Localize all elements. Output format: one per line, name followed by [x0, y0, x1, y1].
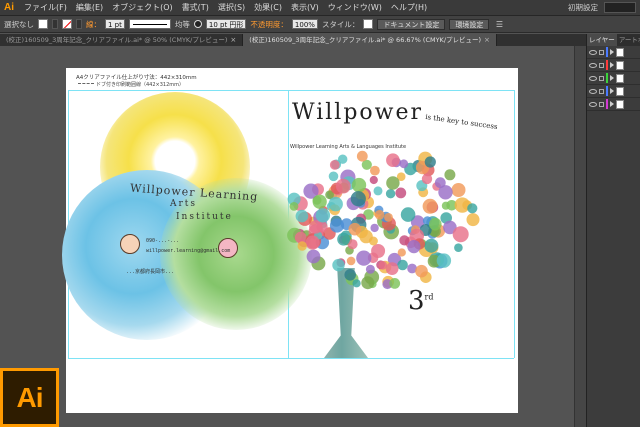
left-subtitle-institute: Institute	[176, 212, 233, 222]
layers-panel: レイヤーアートボード	[586, 34, 640, 427]
document-tab[interactable]: (校正)160509_3周年記念_クリアファイル.ai* @ 66.67% (C…	[243, 34, 497, 46]
expand-triangle-icon[interactable]	[610, 75, 614, 81]
lock-icon[interactable]	[599, 49, 604, 55]
print-range-note: ドブ付き印刷範囲線（442×312mm）	[96, 82, 185, 88]
anniversary-suffix: rd	[424, 292, 434, 302]
menu-item[interactable]: 効果(C)	[254, 2, 282, 13]
bleed-guide-bottom	[68, 358, 514, 359]
menu-items: ファイル(F) 編集(E) オブジェクト(O) 書式(T) 選択(S) 効果(C) 表示(V…	[24, 2, 427, 13]
expand-triangle-icon[interactable]	[610, 62, 614, 68]
opacity-field[interactable]: 100%	[291, 19, 318, 29]
layer-row[interactable]	[587, 59, 640, 72]
control-bar: 選択なし 線： 1 pt 均等 10 pt 円形 不透明度： 100% スタイル…	[0, 16, 640, 33]
stroke-profile-dropdown[interactable]	[128, 19, 171, 29]
lock-icon[interactable]	[599, 101, 604, 107]
lock-icon[interactable]	[599, 75, 604, 81]
style-label: スタイル：	[321, 19, 360, 29]
anniversary-number: 3	[408, 286, 425, 316]
panel-tab[interactable]: アートボード	[617, 34, 640, 46]
document-tabs: (校正)160509_3周年記念_クリアファイル.ai* @ 50% (CMYK…	[0, 34, 586, 46]
menu-right: 初期設定	[568, 0, 636, 15]
layer-color-bar	[606, 60, 608, 70]
expand-triangle-icon[interactable]	[610, 88, 614, 94]
brush-dot-icon	[193, 20, 202, 28]
layer-row[interactable]	[587, 98, 640, 111]
app-logo-icon[interactable]: Ai	[0, 0, 18, 15]
close-tab-icon[interactable]: ×	[484, 34, 490, 46]
layer-thumbnail	[616, 73, 624, 83]
bleed-guide-top	[68, 90, 514, 91]
right-title: Willpower	[292, 100, 424, 125]
illustrator-logo: Ai	[0, 368, 59, 427]
eye-icon[interactable]	[589, 62, 597, 68]
layer-row[interactable]	[587, 46, 640, 59]
layer-thumbnail	[616, 99, 624, 109]
email-text: willpower.learning@gmail.com	[146, 248, 231, 254]
fill-swatch[interactable]	[38, 19, 48, 29]
layer-color-bar	[606, 73, 608, 83]
eye-icon[interactable]	[589, 101, 597, 107]
left-subtitle-arts: Arts	[170, 199, 198, 209]
bleed-line-marker	[78, 83, 94, 85]
document-tab-label: (校正)160509_3周年記念_クリアファイル.ai* @ 66.67% (C…	[249, 36, 482, 44]
eye-icon[interactable]	[589, 75, 597, 81]
brush-definition-field[interactable]: 10 pt 円形	[205, 19, 247, 29]
layer-row[interactable]	[587, 85, 640, 98]
menu-item[interactable]: ヘルプ(H)	[391, 2, 427, 13]
layer-list	[587, 46, 640, 111]
layer-row[interactable]	[587, 72, 640, 85]
menu-item[interactable]: オブジェクト(O)	[112, 2, 173, 13]
opacity-label[interactable]: 不透明度：	[250, 19, 288, 30]
stroke-weight-field[interactable]: 1 pt	[105, 19, 125, 29]
arrange-icon[interactable]: ☰	[493, 19, 505, 30]
right-subtitle: Willpower Learning Arts & Languages Inst…	[290, 144, 407, 150]
layer-color-bar	[606, 47, 608, 57]
fill-dropdown[interactable]	[52, 19, 58, 29]
selection-status: 選択なし	[4, 19, 34, 29]
document-tab[interactable]: (校正)160509_3周年記念_クリアファイル.ai* @ 50% (CMYK…	[0, 34, 244, 46]
finish-size-note: A4クリアファイル仕上がり寸法：442×310mm	[76, 75, 197, 81]
stroke-label[interactable]: 線：	[86, 19, 101, 30]
layer-thumbnail	[616, 60, 624, 70]
lock-icon[interactable]	[599, 62, 604, 68]
panel-tab[interactable]: レイヤー	[587, 34, 617, 46]
document-tab-label: (校正)160509_3周年記念_クリアファイル.ai* @ 50% (CMYK…	[6, 36, 228, 44]
menu-item[interactable]: ファイル(F)	[24, 2, 67, 13]
menu-item[interactable]: 選択(S)	[218, 2, 245, 13]
stroke-style[interactable]: 均等	[175, 19, 190, 30]
stroke-dropdown[interactable]	[76, 19, 82, 29]
expand-triangle-icon[interactable]	[610, 49, 614, 55]
document-setup-button[interactable]: ドキュメント設定	[377, 18, 446, 30]
face-illustration-1	[120, 234, 140, 254]
anniversary-mark: 3rd	[408, 286, 434, 316]
bleed-guide-right	[514, 90, 515, 358]
close-tab-icon[interactable]: ×	[230, 34, 236, 46]
menu-item[interactable]: ウィンドウ(W)	[328, 2, 382, 13]
stroke-swatch[interactable]	[62, 19, 72, 29]
layer-thumbnail	[616, 47, 624, 57]
address-text: ...京都府長岡市...	[126, 269, 175, 275]
search-input[interactable]	[604, 2, 636, 13]
phone-text: 090-...-...	[146, 238, 180, 244]
preferences-button[interactable]: 環境設定	[449, 18, 490, 30]
eye-icon[interactable]	[589, 88, 597, 94]
workspace-switcher[interactable]: 初期設定	[568, 2, 598, 13]
expand-triangle-icon[interactable]	[610, 101, 614, 107]
layer-color-bar	[606, 99, 608, 109]
menu-bar: Ai ファイル(F) 編集(E) オブジェクト(O) 書式(T) 選択(S) 効果(C) 表…	[0, 0, 640, 16]
layer-thumbnail	[616, 86, 624, 96]
eye-icon[interactable]	[589, 49, 597, 55]
menu-item[interactable]: 編集(E)	[76, 2, 103, 13]
style-swatch[interactable]	[363, 19, 374, 29]
panel-tabs: レイヤーアートボード	[587, 34, 640, 46]
menu-item[interactable]: 表示(V)	[291, 2, 319, 13]
menu-item[interactable]: 書式(T)	[182, 2, 209, 13]
layer-color-bar	[606, 86, 608, 96]
lock-icon[interactable]	[599, 88, 604, 94]
